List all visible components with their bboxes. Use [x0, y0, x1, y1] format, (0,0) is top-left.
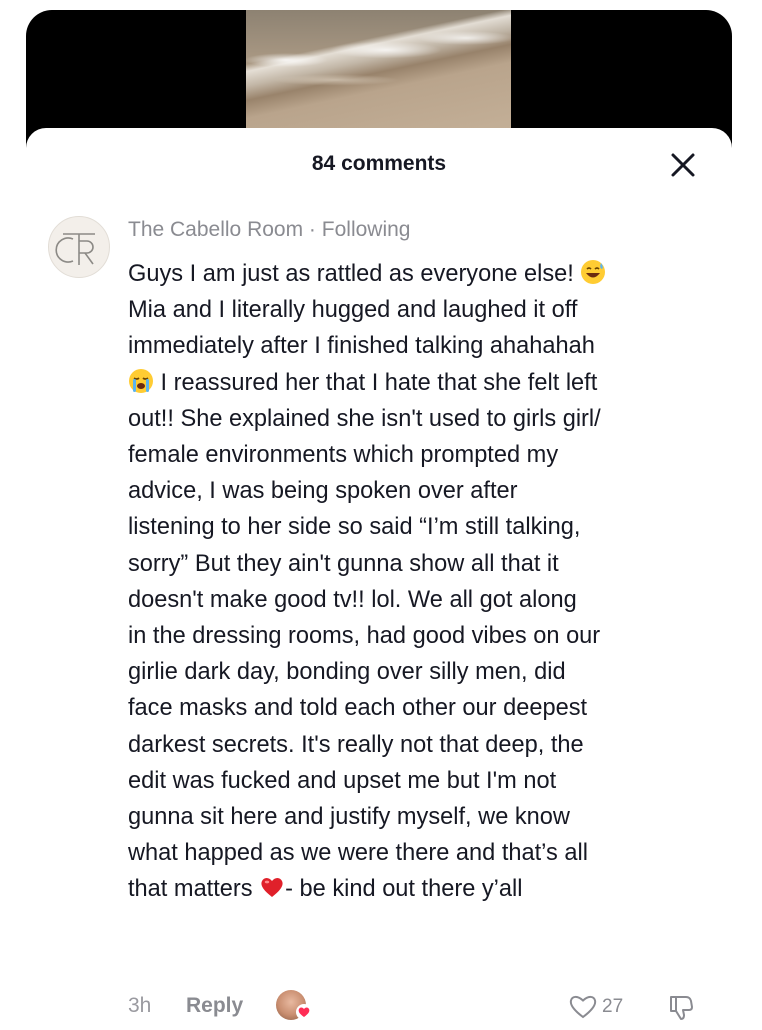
- dislike-icon[interactable]: [666, 992, 696, 1022]
- following-label: Following: [321, 218, 411, 241]
- author-name[interactable]: The Cabello Room: [128, 218, 303, 241]
- comment-actions: 3h Reply 27: [128, 990, 718, 1030]
- close-icon[interactable]: [668, 150, 698, 180]
- comment-count: 84 comments: [311, 152, 447, 175]
- video-thumbnail[interactable]: [246, 10, 511, 135]
- creator-heart-icon: [296, 1004, 312, 1020]
- wave-foam: [246, 10, 511, 135]
- separator-dot: ·: [303, 218, 322, 241]
- comment-time: 3h: [128, 994, 152, 1017]
- reply-button[interactable]: Reply: [186, 994, 243, 1018]
- comments-header: 84 comments: [26, 128, 732, 200]
- comments-sheet: 84 comments The Cabello Room · Following…: [26, 128, 732, 1020]
- comment-text: Guys I am just as rattled as everyone el…: [128, 256, 718, 908]
- comment-text-part4: - be kind out there y’all: [285, 876, 523, 903]
- avatar[interactable]: [48, 216, 110, 278]
- like-count: 27: [602, 996, 624, 1017]
- sweat-smile-emoji-icon: [581, 260, 606, 284]
- comment-text-part1: Guys I am just as rattled as everyone el…: [128, 261, 581, 287]
- crying-emoji-icon: [129, 368, 153, 393]
- comment-text-part3: I reassured her that I hate that she fel…: [128, 369, 601, 903]
- comment-text-part2: Mia and I literally hugged and laughed i…: [128, 297, 595, 360]
- author-line: The Cabello Room · Following: [128, 218, 410, 242]
- tcr-monogram-logo: [55, 233, 95, 265]
- red-heart-emoji-icon: [261, 878, 283, 898]
- heart-outline-icon[interactable]: [568, 992, 598, 1020]
